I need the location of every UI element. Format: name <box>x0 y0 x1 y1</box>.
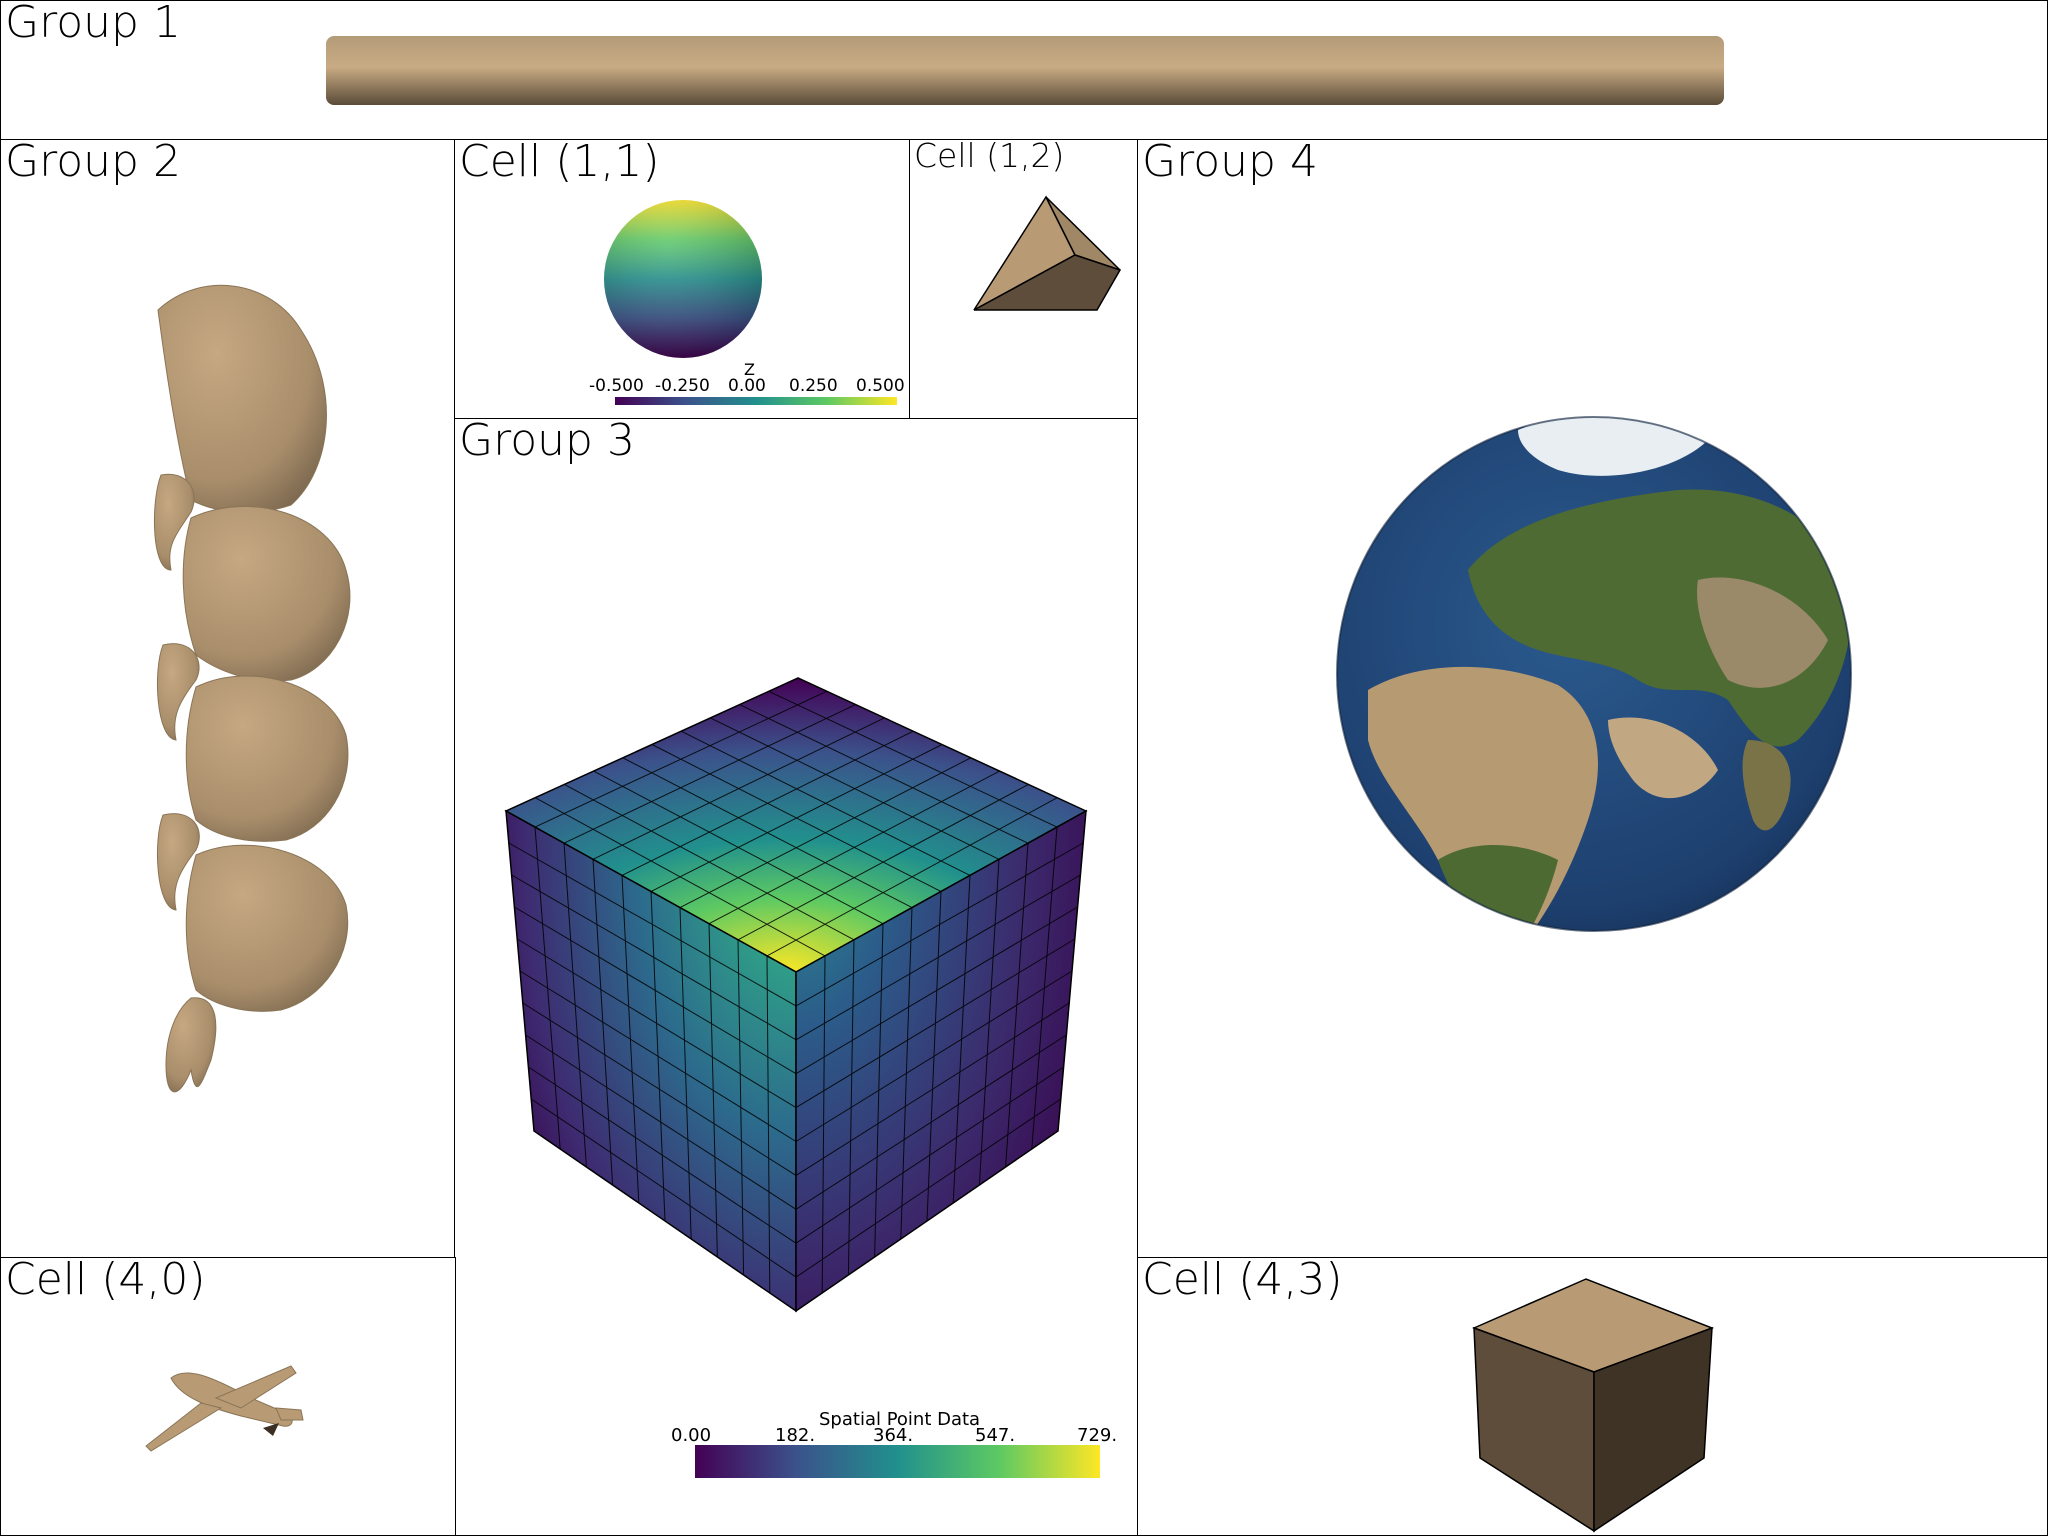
tetrahedron-icon <box>973 195 1122 311</box>
panel-group-2[interactable]: Group 2 <box>0 139 456 1259</box>
panel-cell-4-0[interactable]: Cell (4,0) <box>0 1257 456 1536</box>
spiral-shell-icon <box>154 284 351 1093</box>
panel-group-1[interactable]: Group 1 <box>0 0 2048 141</box>
panel-cell-1-1[interactable]: Cell (1,1) Z -0.500 -0.250 0.00 0.250 0.… <box>454 139 911 420</box>
panel-cell-4-3[interactable]: Cell (4,3) <box>1137 1257 2048 1536</box>
cylinder-icon <box>326 36 1724 105</box>
cube-colorbar-tick: 0.00 <box>671 1425 712 1446</box>
sphere-colorbar-tick: -0.250 <box>655 376 710 396</box>
sphere-colorbar-tick: 0.00 <box>728 376 766 396</box>
cube-colorbar-tick: 547. <box>975 1425 1016 1446</box>
cube-colorbar <box>695 1445 1100 1478</box>
cube-colorbar-tick: 182. <box>775 1425 816 1446</box>
panel-group-4[interactable]: Group 4 <box>1137 139 2048 1259</box>
cube-colorbar-tick: 364. <box>873 1425 914 1446</box>
airplane-icon <box>145 1365 304 1452</box>
grid-cube-icon <box>504 677 1100 1478</box>
cube-colorbar-tick: 729. <box>1077 1425 1118 1446</box>
sphere-colorbar-tick: -0.500 <box>589 376 644 396</box>
cube-icon <box>1471 1278 1715 1533</box>
sphere-colorbar <box>615 397 897 405</box>
sphere-colorbar-tick: 0.250 <box>789 376 838 396</box>
panel-cell-1-2[interactable]: Cell (1,2) <box>909 139 1139 420</box>
globe-icon <box>1336 416 1852 932</box>
panel-group-3[interactable]: Group 3 Spatial Point Data 0.00 182. 364… <box>454 418 1139 1536</box>
sphere-colorbar-tick: 0.500 <box>856 376 905 396</box>
